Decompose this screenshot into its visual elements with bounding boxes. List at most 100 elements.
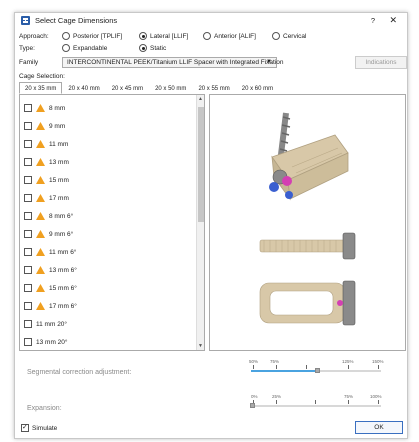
title-bar: Select Cage Dimensions ? ✕ xyxy=(15,13,407,28)
checkbox[interactable] xyxy=(24,230,32,238)
checkbox[interactable] xyxy=(24,140,32,148)
checkbox[interactable] xyxy=(24,302,32,310)
app-logo-icon xyxy=(21,16,30,25)
scroll-up-icon[interactable]: ▲ xyxy=(198,96,203,102)
list-item[interactable]: 11 mm 6° xyxy=(24,245,76,259)
tick-label: 25% xyxy=(272,394,282,399)
slider-thumb[interactable] xyxy=(250,403,255,408)
simulate-checkbox[interactable]: Simulate xyxy=(21,423,58,432)
radio-button[interactable] xyxy=(139,44,147,52)
radio-approach-anterior[interactable]: Anterior [ALIF] xyxy=(203,32,256,40)
radio-button[interactable] xyxy=(62,44,70,52)
simulate-label: Simulate xyxy=(32,424,58,432)
radio-label: Posterior [TPLIF] xyxy=(73,32,123,40)
type-label: Type: xyxy=(19,45,35,52)
radio-approach-cervical[interactable]: Cervical xyxy=(272,32,306,40)
radio-label: Lateral [LLIF] xyxy=(150,32,189,40)
implant-preview xyxy=(209,94,406,351)
item-label: 9 mm xyxy=(49,122,66,130)
radio-button[interactable] xyxy=(139,32,147,40)
tab-20x50[interactable]: 20 x 50 mm xyxy=(149,82,192,94)
tick-mark xyxy=(348,365,349,369)
family-value: INTERCONTINENTAL PEEK/Titanium LLIF Spac… xyxy=(67,59,284,66)
family-label: Family xyxy=(19,59,39,66)
tab-20x60[interactable]: 20 x 60 mm xyxy=(236,82,279,94)
checkbox[interactable] xyxy=(24,266,32,274)
item-label: 15 mm 6° xyxy=(49,284,77,292)
radio-type-static[interactable]: Static xyxy=(139,44,166,52)
tick-label: 100% xyxy=(370,394,382,399)
tick-label: 125% xyxy=(342,359,354,364)
item-label: 15 mm xyxy=(49,176,69,184)
tick-label: 50% xyxy=(249,359,259,364)
checkbox[interactable] xyxy=(24,122,32,130)
radio-label: Cervical xyxy=(283,32,307,40)
warning-icon xyxy=(36,104,45,112)
slider-thumb[interactable] xyxy=(315,368,320,373)
checkbox[interactable] xyxy=(24,194,32,202)
checkbox[interactable] xyxy=(24,284,32,292)
list-item[interactable]: 13 mm xyxy=(24,155,69,169)
checkbox[interactable] xyxy=(24,338,32,346)
checkbox[interactable] xyxy=(24,320,32,328)
chevron-down-icon: ▼ xyxy=(266,59,272,65)
radio-label: Anterior [ALIF] xyxy=(214,32,256,40)
tab-20x45[interactable]: 20 x 45 mm xyxy=(106,82,149,94)
list-item[interactable]: 15 mm xyxy=(24,173,69,187)
list-item[interactable]: 15 mm 6° xyxy=(24,281,77,295)
warning-icon xyxy=(36,230,45,238)
radio-approach-posterior[interactable]: Posterior [TPLIF] xyxy=(62,32,122,40)
indications-button[interactable]: Indications xyxy=(355,56,407,69)
warning-icon xyxy=(36,158,45,166)
tick-label: 75% xyxy=(344,394,354,399)
scroll-thumb[interactable] xyxy=(198,107,204,222)
slider-track[interactable] xyxy=(251,405,381,407)
item-label: 11 mm xyxy=(49,140,69,148)
close-button[interactable]: ✕ xyxy=(389,15,397,26)
radio-button[interactable] xyxy=(62,32,70,40)
cage-list: 8 mm 9 mm 11 mm 13 mm 15 mm 17 mm 8 mm 6… xyxy=(19,94,205,351)
tick-mark xyxy=(378,400,379,404)
tab-20x35[interactable]: 20 x 35 mm xyxy=(19,82,63,94)
list-item[interactable]: 13 mm 6° xyxy=(24,263,77,277)
item-label: 8 mm 6° xyxy=(49,212,74,220)
window-title: Select Cage Dimensions xyxy=(35,16,118,25)
cage-selection-label: Cage Selection: xyxy=(19,73,65,80)
tab-20x40[interactable]: 20 x 40 mm xyxy=(62,82,105,94)
radio-type-expandable[interactable]: Expandable xyxy=(62,44,107,52)
warning-icon xyxy=(36,122,45,130)
scroll-down-icon[interactable]: ▼ xyxy=(198,343,203,349)
checkbox[interactable] xyxy=(24,212,32,220)
list-item[interactable]: 8 mm xyxy=(24,101,65,115)
tick-mark xyxy=(253,365,254,369)
checkbox[interactable] xyxy=(24,104,32,112)
list-item[interactable]: 11 mm 20° xyxy=(24,317,67,331)
radio-approach-lateral[interactable]: Lateral [LLIF] xyxy=(139,32,188,40)
checkbox[interactable] xyxy=(24,248,32,256)
radio-button[interactable] xyxy=(272,32,280,40)
list-scrollbar[interactable]: ▲ ▼ xyxy=(196,95,204,350)
tab-20x55[interactable]: 20 x 55 mm xyxy=(192,82,235,94)
list-item[interactable]: 9 mm xyxy=(24,119,65,133)
tick-mark xyxy=(348,400,349,404)
tick-mark xyxy=(315,400,316,404)
list-item[interactable]: 9 mm 6° xyxy=(24,227,73,241)
tick-mark xyxy=(378,365,379,369)
list-item[interactable]: 17 mm xyxy=(24,191,69,205)
list-item[interactable]: 11 mm xyxy=(24,137,68,151)
family-dropdown[interactable]: INTERCONTINENTAL PEEK/Titanium LLIF Spac… xyxy=(62,57,284,68)
tick-label: 0% xyxy=(251,394,258,399)
item-label: 8 mm xyxy=(49,104,66,112)
warning-icon xyxy=(36,284,45,292)
checkbox[interactable] xyxy=(21,423,29,432)
list-item[interactable]: 13 mm 20° xyxy=(24,335,68,349)
radio-button[interactable] xyxy=(203,32,211,40)
checkbox[interactable] xyxy=(24,176,32,184)
item-label: 11 mm 20° xyxy=(36,320,68,328)
ok-button[interactable]: OK xyxy=(355,421,403,434)
help-button[interactable]: ? xyxy=(371,16,375,25)
tick-mark xyxy=(276,400,277,404)
list-item[interactable]: 17 mm 6° xyxy=(24,299,77,313)
list-item[interactable]: 8 mm 6° xyxy=(24,209,73,223)
checkbox[interactable] xyxy=(24,158,32,166)
